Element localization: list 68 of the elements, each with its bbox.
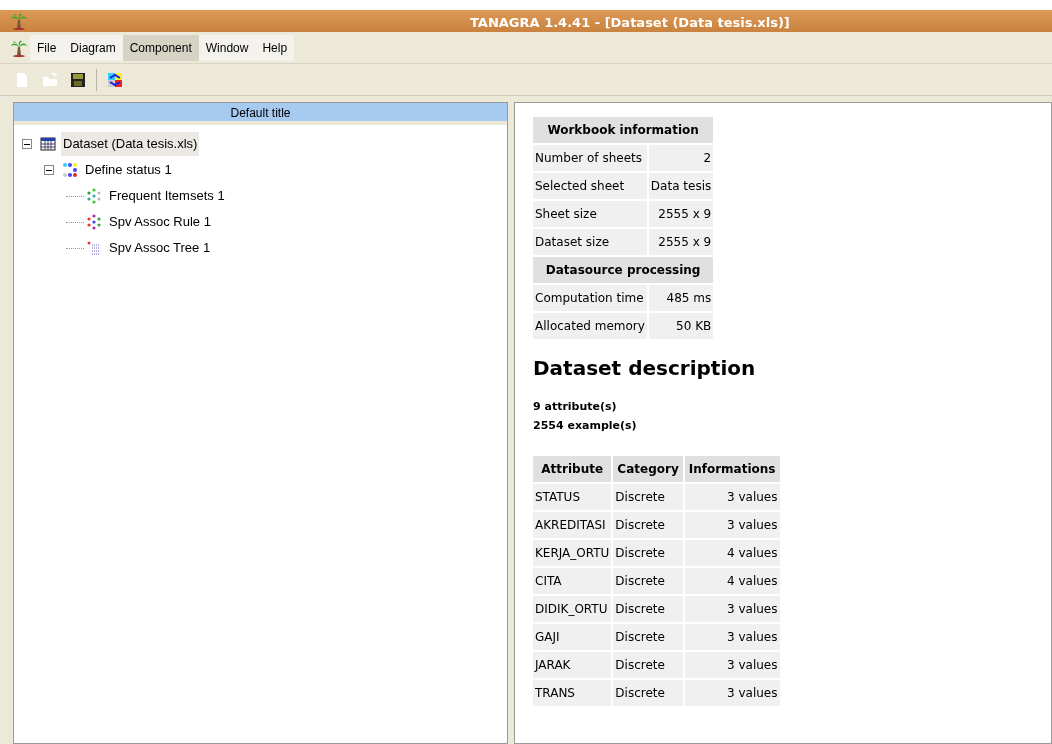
table-cell: Discrete	[613, 512, 683, 538]
tree-item[interactable]: Dataset (Data tesis.xls)	[61, 132, 200, 156]
table-cell: GAJI	[533, 624, 612, 650]
summary-text: 9 attribute(s)	[533, 399, 618, 415]
menu-item[interactable]: Help	[255, 34, 295, 61]
table-cell: 2555 x 9	[648, 201, 714, 227]
table-cell: 3 values	[684, 680, 780, 706]
tree-item[interactable]: Frequent Itemsets 1	[107, 184, 227, 208]
table-cell: 3 values	[684, 652, 780, 678]
tree-item[interactable]: Spv Assoc Tree 1	[107, 236, 213, 260]
table-cell: AKREDITASI	[533, 512, 612, 538]
menu-item[interactable]: Diagram	[63, 34, 123, 61]
new-file-icon	[14, 71, 30, 88]
summary-text: 2554 example(s)	[533, 417, 638, 434]
table-header: Workbook information	[533, 117, 714, 143]
table-cell: Discrete	[613, 568, 683, 594]
dots-icon	[86, 188, 102, 204]
table-cell: JARAK	[533, 652, 612, 678]
column-header: Informations	[684, 456, 780, 482]
section-heading: Dataset description	[533, 355, 757, 382]
table-cell: Discrete	[613, 652, 683, 678]
table-cell: 3 values	[684, 484, 780, 510]
column-header: Attribute	[533, 456, 612, 482]
table-cell: 3 values	[684, 596, 780, 622]
table-cell: CITA	[533, 568, 612, 594]
table-cell: Computation time	[533, 285, 647, 311]
arrows-icon	[107, 71, 123, 88]
table-cell: Allocated memory	[533, 313, 647, 339]
palm-tree-icon	[10, 12, 28, 30]
table-cell: 2555 x 9	[648, 229, 714, 255]
table-cell: TRANS	[533, 680, 612, 706]
dots-icon	[62, 162, 78, 178]
table-cell: STATUS	[533, 484, 612, 510]
collapse-icon[interactable]	[44, 165, 54, 175]
tree-item[interactable]: Spv Assoc Rule 1	[107, 210, 213, 234]
table-cell: DIDIK_ORTU	[533, 596, 612, 622]
window-title: TANAGRA 1.4.41 - [Dataset (Data tesis.xls)]	[470, 14, 790, 32]
palm-tree-icon	[10, 38, 28, 57]
collapse-icon[interactable]	[22, 139, 32, 149]
menu-item[interactable]: Component	[122, 34, 199, 61]
table-header: Datasource processing	[533, 257, 714, 283]
tree-item[interactable]: Define status 1	[83, 158, 174, 182]
table-cell: Dataset size	[533, 229, 647, 255]
table-icon	[40, 136, 56, 152]
menu-item[interactable]: File	[30, 34, 64, 61]
table-cell: KERJA_ORTU	[533, 540, 612, 566]
column-header: Category	[613, 456, 683, 482]
table-cell: Discrete	[613, 484, 683, 510]
table-cell: Discrete	[613, 624, 683, 650]
table-cell: 2	[648, 145, 714, 171]
table-cell: Discrete	[613, 596, 683, 622]
table-cell: Selected sheet	[533, 173, 647, 199]
menu-item[interactable]: Window	[198, 34, 256, 61]
table-cell: Discrete	[613, 680, 683, 706]
table-cell: 50 KB	[648, 313, 714, 339]
table-cell: Data tesis	[648, 173, 714, 199]
panel-title: Default title	[14, 103, 507, 125]
table-cell: 4 values	[684, 540, 780, 566]
table-cell: 4 values	[684, 568, 780, 594]
table-cell: 3 values	[684, 512, 780, 538]
table-cell: Sheet size	[533, 201, 647, 227]
table-cell: 3 values	[684, 624, 780, 650]
table-cell: Number of sheets	[533, 145, 647, 171]
table-cell: Discrete	[613, 540, 683, 566]
folder-icon	[42, 71, 58, 88]
dots-icon	[86, 214, 102, 230]
list-icon	[86, 240, 102, 256]
table-cell: 485 ms	[648, 285, 714, 311]
